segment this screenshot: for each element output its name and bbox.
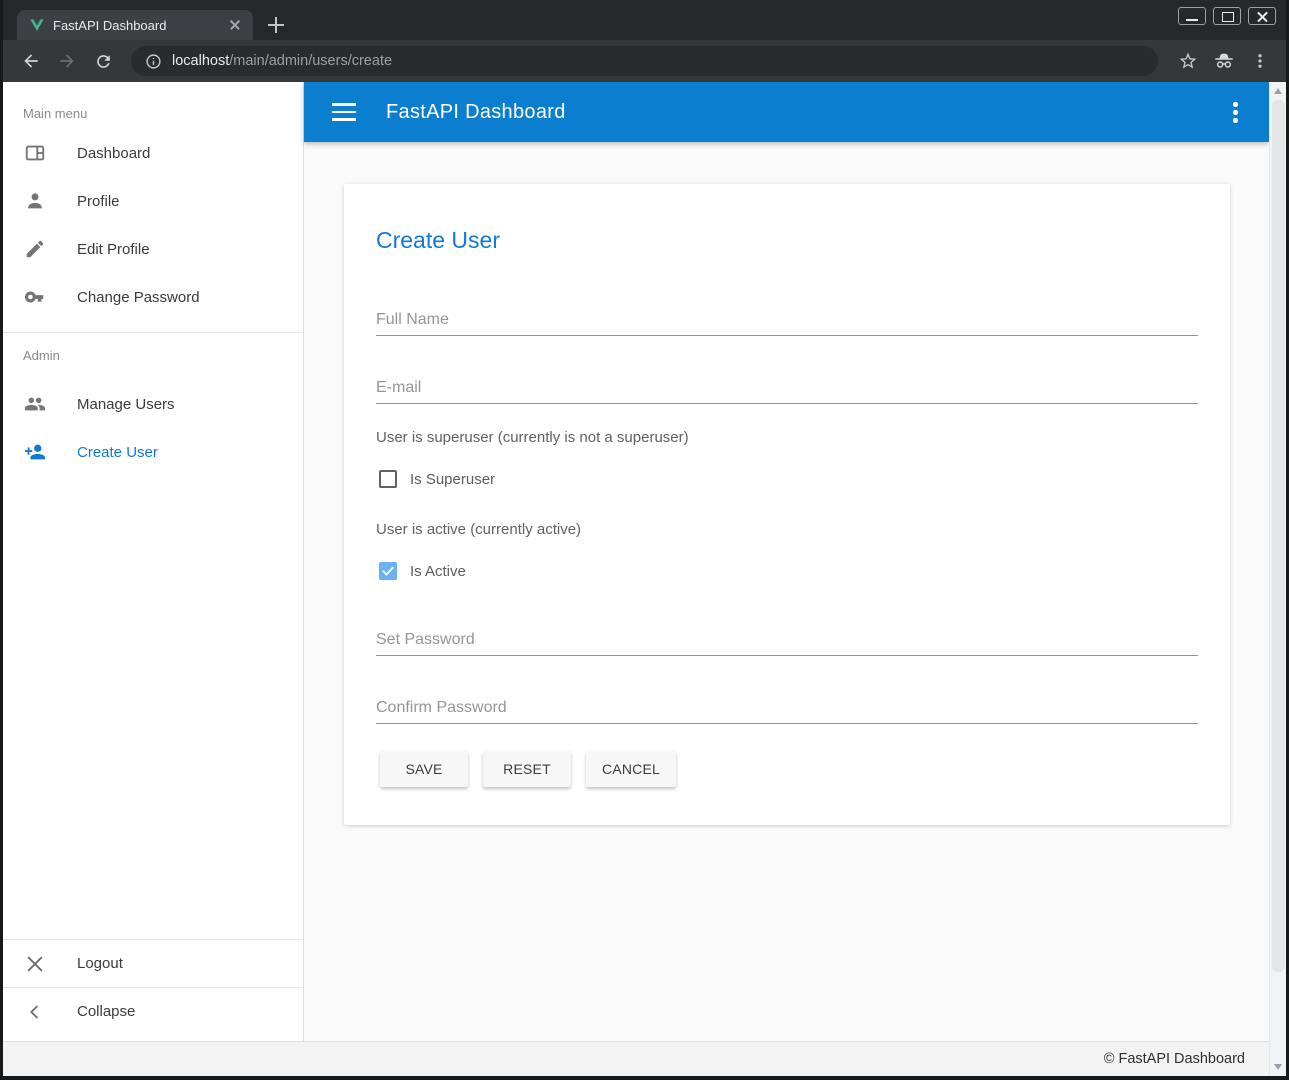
create-user-card: Create User User is superuser (currently… xyxy=(344,184,1230,825)
sidebar-item-label: Change Password xyxy=(77,289,200,306)
appbar-menu-button[interactable] xyxy=(1223,100,1247,124)
sidebar-item-collapse[interactable]: Collapse xyxy=(3,987,303,1035)
sidebar-item-change-password[interactable]: Change Password xyxy=(3,273,303,321)
app-title: FastAPI Dashboard xyxy=(386,101,1223,124)
url-path: /main/admin/users/create xyxy=(229,53,392,69)
window-maximize-button[interactable] xyxy=(1213,7,1241,25)
new-tab-button[interactable] xyxy=(265,14,287,36)
browser-menu-button[interactable] xyxy=(1244,45,1276,77)
scrollbar-thumb[interactable] xyxy=(1272,100,1285,972)
url-text: localhost/main/admin/users/create xyxy=(172,53,392,69)
reload-button[interactable] xyxy=(87,45,119,77)
sidebar-item-label: Manage Users xyxy=(77,396,175,413)
page-content: Main menu Dashboard Profile Edit Profile… xyxy=(3,82,1286,1076)
incognito-icon xyxy=(1213,50,1235,72)
key-icon xyxy=(24,286,46,308)
page-footer: © FastAPI Dashboard xyxy=(3,1041,1269,1076)
save-button[interactable]: SAVE xyxy=(380,751,468,787)
sidebar-bottom: Logout Collapse xyxy=(3,923,303,1035)
back-arrow-icon xyxy=(21,51,41,71)
sidebar-item-edit-profile[interactable]: Edit Profile xyxy=(3,225,303,273)
person-icon xyxy=(24,190,46,212)
confirm-password-field-wrap xyxy=(376,692,1198,726)
chevron-left-icon xyxy=(24,1001,46,1023)
browser-toolbar: localhost/main/admin/users/create xyxy=(3,40,1286,82)
sidebar-item-label: Collapse xyxy=(77,1003,135,1020)
sidebar-item-label: Profile xyxy=(77,193,120,210)
app-bar: FastAPI Dashboard xyxy=(304,82,1269,142)
window-controls xyxy=(1178,7,1276,25)
is-superuser-checkbox-row[interactable]: Is Superuser xyxy=(379,470,495,488)
sidebar-item-label: Logout xyxy=(77,955,123,972)
url-host: localhost xyxy=(172,53,229,69)
checkbox-checked-icon[interactable] xyxy=(379,562,397,580)
is-active-checkbox-row[interactable]: Is Active xyxy=(379,562,466,580)
browser-window: FastAPI Dashboard localhost/main/admin/u… xyxy=(0,0,1289,1080)
active-hint: User is active (currently active) xyxy=(376,521,581,538)
is-active-label: Is Active xyxy=(410,563,466,580)
sidebar-section-admin: Admin xyxy=(23,348,303,363)
set-password-input[interactable] xyxy=(376,624,1198,656)
forward-button[interactable] xyxy=(51,45,83,77)
sidebar-item-manage-users[interactable]: Manage Users xyxy=(3,380,303,428)
sidebar-divider xyxy=(3,332,303,333)
back-button[interactable] xyxy=(15,45,47,77)
sidebar-item-create-user[interactable]: Create User xyxy=(3,428,303,476)
sidebar-item-dashboard[interactable]: Dashboard xyxy=(3,129,303,177)
dashboard-icon xyxy=(24,142,46,164)
form-buttons: SAVE RESET CANCEL xyxy=(380,751,676,787)
tab-title: FastAPI Dashboard xyxy=(53,18,219,33)
sidebar-section-main: Main menu xyxy=(23,106,303,121)
address-bar[interactable]: localhost/main/admin/users/create xyxy=(131,46,1158,76)
window-minimize-button[interactable] xyxy=(1178,7,1206,25)
pencil-icon xyxy=(24,238,46,260)
reload-icon xyxy=(94,52,113,71)
people-icon xyxy=(24,393,46,415)
full-name-field-wrap xyxy=(376,304,1198,338)
scroll-up-arrow-icon[interactable] xyxy=(1270,83,1286,99)
superuser-hint: User is superuser (currently is not a su… xyxy=(376,429,689,446)
cancel-button[interactable]: CANCEL xyxy=(586,751,676,787)
tab-close-icon[interactable] xyxy=(227,17,243,33)
forward-arrow-icon xyxy=(57,51,77,71)
site-info-icon[interactable] xyxy=(145,53,162,70)
window-close-button[interactable] xyxy=(1248,7,1276,25)
sidebar-item-profile[interactable]: Profile xyxy=(3,177,303,225)
star-icon xyxy=(1178,51,1198,71)
close-x-icon xyxy=(24,953,46,975)
hamburger-menu-icon[interactable] xyxy=(332,103,356,121)
tab-strip: FastAPI Dashboard xyxy=(3,0,1286,40)
vue-favicon-icon xyxy=(29,17,45,33)
browser-tab[interactable]: FastAPI Dashboard xyxy=(17,10,253,40)
sidebar-item-label: Dashboard xyxy=(77,145,150,162)
set-password-field-wrap xyxy=(376,624,1198,658)
reset-button[interactable]: RESET xyxy=(483,751,571,787)
footer-copyright: © FastAPI Dashboard xyxy=(1104,1051,1245,1067)
kebab-menu-icon xyxy=(1251,52,1269,70)
is-superuser-label: Is Superuser xyxy=(410,471,495,488)
bookmark-button[interactable] xyxy=(1172,45,1204,77)
sidebar-item-label: Create User xyxy=(77,444,158,461)
confirm-password-input[interactable] xyxy=(376,692,1198,724)
vertical-scrollbar[interactable] xyxy=(1269,82,1286,1076)
person-add-icon xyxy=(24,441,46,463)
page-title: Create User xyxy=(376,227,500,254)
incognito-indicator xyxy=(1208,45,1240,77)
checkbox-unchecked-icon[interactable] xyxy=(379,470,397,488)
sidebar-item-label: Edit Profile xyxy=(77,241,150,258)
full-name-input[interactable] xyxy=(376,304,1198,336)
sidebar: Main menu Dashboard Profile Edit Profile… xyxy=(3,82,304,1041)
sidebar-item-logout[interactable]: Logout xyxy=(3,939,303,987)
email-input[interactable] xyxy=(376,372,1198,404)
scroll-down-arrow-icon[interactable] xyxy=(1270,1059,1286,1075)
email-field-wrap xyxy=(376,372,1198,406)
